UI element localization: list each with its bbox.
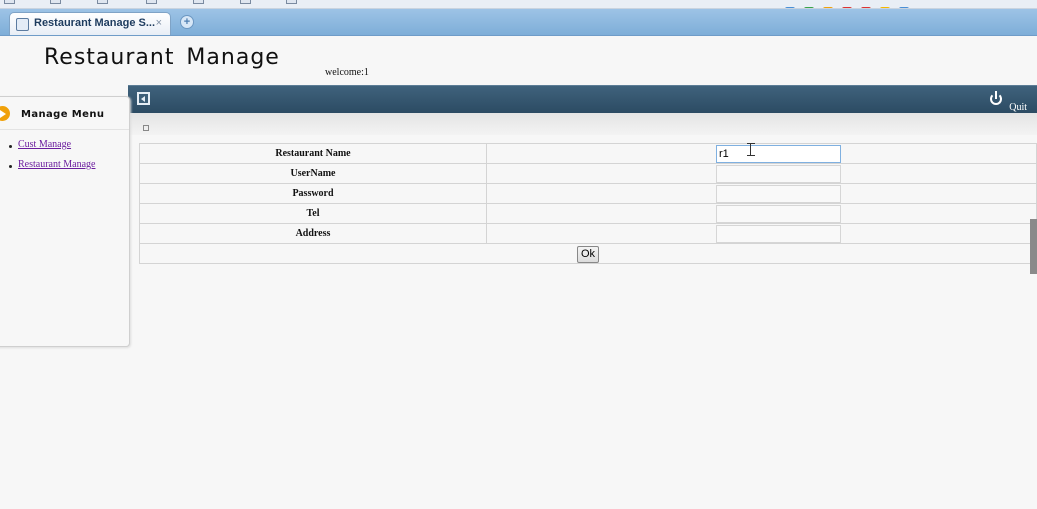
sidebar-item-cust-manage: Cust Manage: [7, 139, 95, 159]
tab-title: Restaurant Manage S...: [34, 17, 156, 29]
restaurant-name-label: Restaurant Name: [139, 143, 487, 164]
submit-cell: Ok: [139, 243, 1037, 264]
bookmark-item[interactable]: [97, 0, 110, 6]
power-icon: [990, 91, 1003, 105]
sidebar-item-restaurant-manage: Restaurant Manage: [7, 159, 95, 179]
collapse-sidebar-icon[interactable]: [137, 92, 150, 105]
restaurant-manage-link[interactable]: Restaurant Manage: [18, 159, 95, 170]
arrow-right-icon: [0, 106, 10, 121]
restaurant-name-input[interactable]: [716, 145, 841, 163]
bookmark-item[interactable]: [146, 0, 159, 6]
address-label: Address: [139, 223, 487, 244]
tab-close-icon[interactable]: ×: [156, 17, 162, 29]
form-row: Address: [139, 223, 1037, 244]
menu-list: Cust Manage Restaurant Manage: [7, 139, 95, 179]
text-cursor-icon: [747, 143, 755, 156]
form-row: Tel: [139, 203, 1037, 224]
scrollbar-thumb[interactable]: [1030, 219, 1037, 274]
bookmark-item[interactable]: [286, 0, 299, 6]
input-cell: [486, 143, 1037, 164]
password-input[interactable]: [716, 185, 841, 203]
input-cell: [486, 163, 1037, 184]
page-favicon-icon: [16, 18, 29, 31]
page-header: Restaurant Manage welcome:1: [0, 36, 1037, 85]
bookmark-item[interactable]: [50, 0, 63, 6]
cust-manage-link[interactable]: Cust Manage: [18, 139, 71, 150]
form-row: UserName: [139, 163, 1037, 184]
password-label: Password: [139, 183, 487, 204]
tel-input[interactable]: [716, 205, 841, 223]
browser-tab[interactable]: Restaurant Manage S... ×: [9, 12, 171, 35]
sidebar: Manage Menu Cust Manage Restaurant Manag…: [0, 96, 130, 347]
new-tab-button[interactable]: +: [180, 15, 194, 29]
extension-icons: [780, 0, 909, 8]
bookmark-item[interactable]: [193, 0, 206, 6]
menu-title: Manage Menu: [21, 109, 105, 120]
form-row: Restaurant Name: [139, 143, 1037, 164]
bookmark-item[interactable]: [240, 0, 253, 6]
breadcrumb-marker-icon: [143, 125, 149, 131]
welcome-text: welcome:1: [325, 67, 369, 78]
quit-label: Quit: [1009, 102, 1027, 113]
ok-button[interactable]: Ok: [576, 245, 600, 263]
breadcrumb-bar: [128, 113, 1037, 135]
browser-tab-strip: Restaurant Manage S... × +: [0, 9, 1037, 36]
form-row: Ok: [139, 243, 1037, 264]
input-cell: [486, 223, 1037, 244]
input-cell: [486, 183, 1037, 204]
username-label: UserName: [139, 163, 487, 184]
input-cell: [486, 203, 1037, 224]
tel-label: Tel: [139, 203, 487, 224]
bookmark-item[interactable]: [4, 0, 17, 6]
page-title: Restaurant Manage: [44, 45, 280, 70]
quit-button[interactable]: Quit: [990, 91, 1027, 113]
address-input[interactable]: [716, 225, 841, 243]
menu-header: Manage Menu: [0, 97, 129, 130]
top-nav-bar: Quit: [128, 85, 1037, 113]
username-input[interactable]: [716, 165, 841, 183]
bookmarks-bar: [0, 0, 1037, 9]
form-row: Password: [139, 183, 1037, 204]
restaurant-form: Restaurant Name UserName Password Tel Ad…: [139, 143, 1037, 264]
